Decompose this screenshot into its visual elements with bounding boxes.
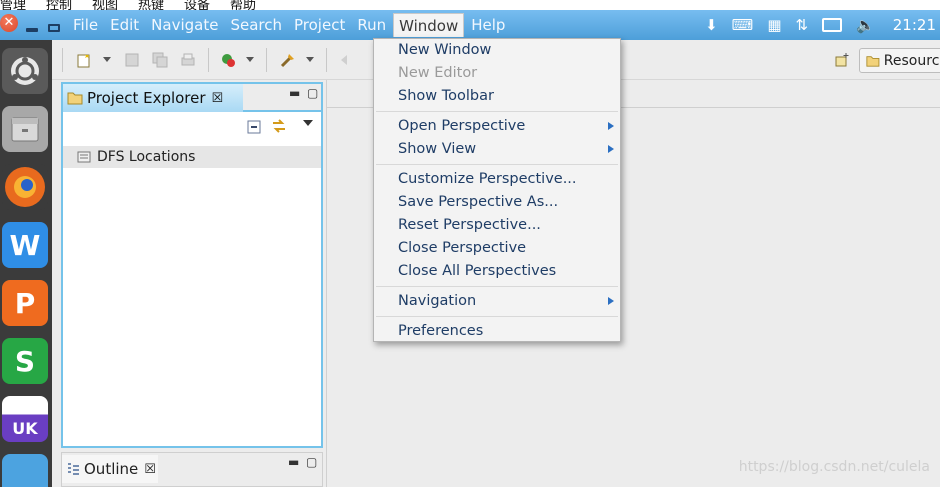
menu-file[interactable]: File	[68, 13, 103, 37]
network-icon[interactable]: ⇅	[796, 16, 809, 34]
tree-item-dfs-locations[interactable]: DFS Locations	[63, 146, 321, 168]
minimize-view-icon[interactable]: ▬	[288, 455, 299, 469]
menu-item-new-window[interactable]: New Window	[398, 39, 491, 61]
outline-icon	[68, 463, 79, 475]
menu-item-customize-perspective[interactable]: Customize Perspective...	[398, 168, 577, 190]
wps-presentation-icon[interactable]: P	[2, 280, 48, 326]
menu-item-preferences[interactable]: Preferences	[398, 320, 483, 342]
volume-icon[interactable]: 🔈	[856, 16, 875, 34]
menu-item-show-toolbar[interactable]: Show Toolbar	[398, 85, 494, 107]
watermark-text: https://blog.csdn.net/culela	[738, 459, 930, 475]
maximize-view-icon[interactable]: ▢	[306, 455, 317, 469]
folder-icon	[866, 55, 880, 67]
firefox-icon[interactable]	[2, 164, 48, 210]
save-icon[interactable]	[124, 52, 140, 68]
launcher: W P S UK	[0, 40, 52, 487]
calendar-icon[interactable]: ▦	[767, 16, 781, 34]
menu-bar: File Edit Navigate Search Project Run Wi…	[68, 10, 512, 40]
open-type-icon[interactable]	[280, 52, 296, 68]
maximize-view-icon[interactable]: ▢	[307, 86, 318, 100]
toolbar-separator	[62, 48, 63, 72]
explorer-toolbar	[63, 112, 321, 142]
submenu-arrow-icon	[608, 297, 614, 305]
ubuntu-dash-icon[interactable]	[2, 48, 48, 94]
navigate-back-icon[interactable]	[338, 52, 354, 68]
new-wizard-icon[interactable]	[76, 52, 92, 68]
debug-run-icon[interactable]	[220, 52, 236, 68]
tab-close-icon[interactable]: ☒	[212, 91, 224, 106]
menu-separator	[376, 316, 618, 317]
files-icon[interactable]	[2, 106, 48, 152]
project-explorer-view: Project Explorer ☒ ▬ ▢ DFS Locations	[61, 82, 323, 448]
menu-edit[interactable]: Edit	[105, 13, 144, 37]
submenu-arrow-icon	[608, 145, 614, 153]
view-menu-icon[interactable]	[303, 120, 313, 126]
submenu-arrow-icon	[608, 122, 614, 130]
tab-title: Project Explorer	[87, 89, 206, 107]
menu-item-close-all-perspectives[interactable]: Close All Perspectives	[398, 260, 556, 282]
menu-search[interactable]: Search	[225, 13, 287, 37]
outline-view: Outline ☒ ▬ ▢	[61, 452, 323, 487]
menu-navigate[interactable]: Navigate	[146, 13, 223, 37]
minimize-view-icon[interactable]: ▬	[289, 86, 300, 100]
indicator-area: ⬇ ⌨ ▦ ⇅ 🔈 21:21	[705, 10, 940, 40]
new-dropdown-icon[interactable]	[103, 57, 111, 62]
menu-run[interactable]: Run	[352, 13, 391, 37]
menu-separator	[376, 164, 618, 165]
tab-outline[interactable]: Outline ☒	[62, 455, 158, 483]
print-icon[interactable]	[180, 52, 196, 68]
run-dropdown-icon[interactable]	[246, 57, 254, 62]
menu-window[interactable]: Window	[393, 13, 465, 37]
maximize-icon[interactable]	[48, 24, 60, 32]
toolbar-separator	[208, 48, 209, 72]
menu-item-navigation[interactable]: Navigation	[398, 290, 476, 312]
link-with-editor-icon[interactable]	[271, 118, 287, 134]
toolbar-separator	[266, 48, 267, 72]
software-center-icon[interactable]	[2, 454, 48, 487]
menu-item-show-view[interactable]: Show View	[398, 138, 476, 160]
open-type-dropdown-icon[interactable]	[306, 57, 314, 62]
save-all-icon[interactable]	[152, 52, 168, 68]
menu-item-new-editor: New Editor	[398, 65, 478, 81]
menu-help[interactable]: Help	[466, 13, 510, 37]
open-perspective-icon[interactable]	[834, 52, 850, 68]
menu-separator	[376, 286, 618, 287]
menu-item-open-perspective[interactable]: Open Perspective	[398, 115, 525, 137]
battery-icon[interactable]	[822, 18, 843, 32]
toolbar-separator	[326, 48, 327, 72]
project-explorer-icon	[67, 92, 83, 105]
resource-label: Resource	[883, 52, 940, 69]
tree-item-label: DFS Locations	[97, 149, 196, 165]
minimize-icon[interactable]	[26, 28, 38, 32]
menu-item-save-perspective-as[interactable]: Save Perspective As...	[398, 191, 558, 213]
tab-project-explorer[interactable]: Project Explorer ☒	[63, 84, 243, 112]
tab-title: Outline	[84, 460, 139, 478]
ubuntukylin-icon[interactable]: UK	[2, 396, 48, 442]
resource-perspective-button[interactable]: Resource	[859, 48, 940, 73]
menu-item-close-perspective[interactable]: Close Perspective	[398, 237, 526, 259]
clock[interactable]: 21:21	[893, 16, 936, 34]
window-menu-dropdown: New Window New Editor Show Toolbar Open …	[373, 38, 621, 342]
menu-project[interactable]: Project	[289, 13, 350, 37]
host-menu-bar: 管理 控制 视图 热键 设备 帮助	[0, 0, 940, 13]
menu-separator	[376, 111, 618, 112]
menu-item-reset-perspective[interactable]: Reset Perspective...	[398, 214, 541, 236]
wps-spreadsheets-icon[interactable]: S	[2, 338, 48, 384]
download-icon[interactable]: ⬇	[705, 16, 718, 34]
dfs-icon	[77, 151, 91, 163]
close-icon[interactable]: ✕	[0, 14, 18, 32]
collapse-all-icon[interactable]	[247, 120, 261, 134]
wps-writer-icon[interactable]: W	[2, 222, 48, 268]
tab-close-icon[interactable]: ☒	[144, 462, 156, 477]
keyboard-icon[interactable]: ⌨	[732, 16, 754, 34]
